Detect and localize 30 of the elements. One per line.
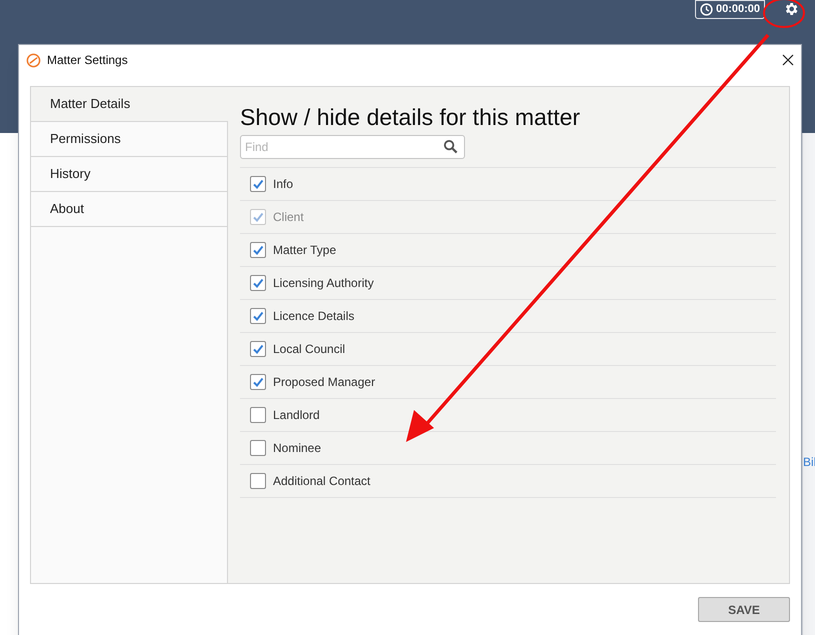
checkbox[interactable]: [250, 242, 266, 258]
window-title: Matter Settings: [47, 52, 128, 69]
checkbox[interactable]: [250, 341, 266, 357]
checkbox[interactable]: [250, 440, 266, 456]
option-label: Landlord: [273, 407, 320, 424]
section-heading: Show / hide details for this matter: [240, 103, 582, 131]
checkbox[interactable]: [250, 407, 266, 423]
logo-icon: [26, 52, 41, 68]
close-icon[interactable]: [782, 54, 794, 66]
option-label: Proposed Manager: [273, 374, 376, 391]
option-label: Info: [273, 176, 294, 193]
settings-icon[interactable]: [783, 1, 799, 17]
search-icon: [443, 139, 458, 154]
clock-icon: [700, 3, 713, 16]
save-button[interactable]: SAVE: [698, 597, 790, 622]
checkbox[interactable]: [250, 176, 266, 192]
checkbox[interactable]: [250, 374, 266, 390]
nav-tab[interactable]: Matter Details: [31, 87, 229, 122]
option-label: Local Council: [273, 341, 346, 358]
option-label: Licence Details: [273, 308, 354, 325]
option-label: Additional Contact: [273, 473, 370, 490]
timer-button[interactable]: 00:00:00: [694, 0, 765, 19]
option-label: Nominee: [273, 440, 322, 457]
checkbox[interactable]: [250, 473, 266, 489]
option-label: Client: [273, 209, 304, 226]
checkbox[interactable]: [250, 275, 266, 291]
option-label: Matter Type: [273, 242, 336, 259]
option-label: Licensing Authority: [273, 275, 374, 292]
checkbox[interactable]: [250, 308, 266, 324]
search-field[interactable]: Find: [240, 135, 465, 159]
